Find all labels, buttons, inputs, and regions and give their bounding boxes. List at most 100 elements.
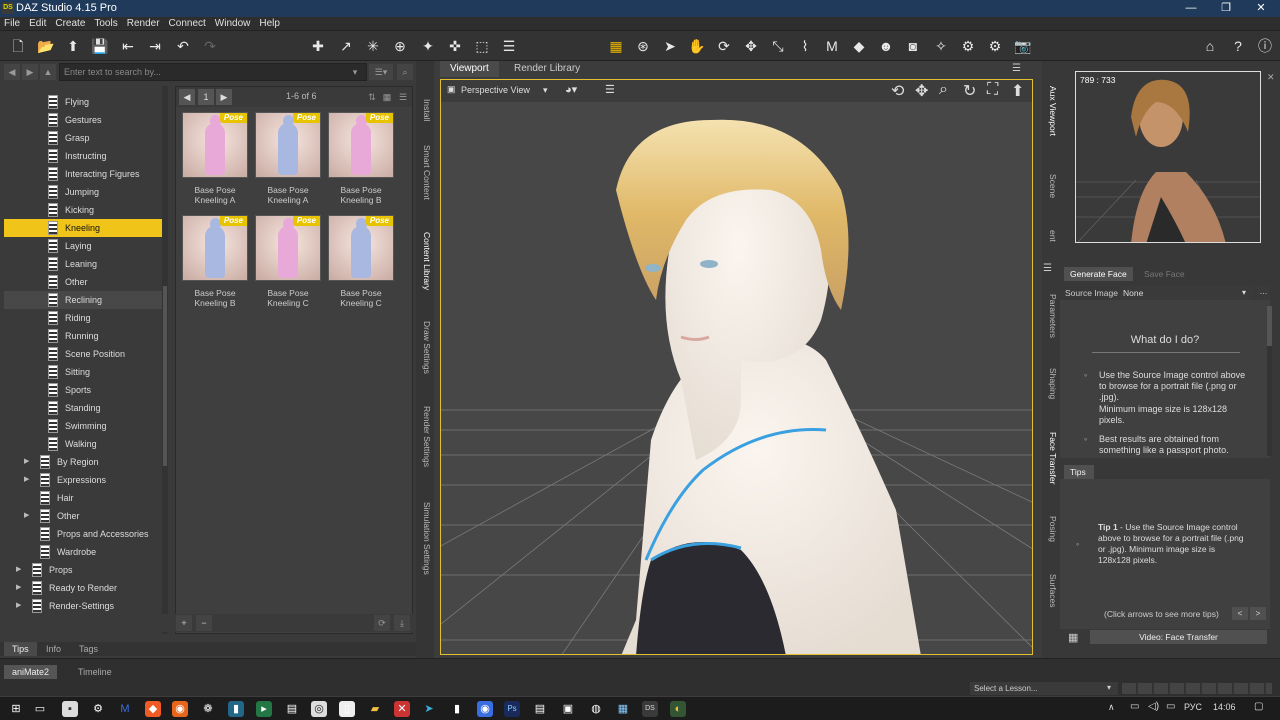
minimize-button[interactable]: — [1176,0,1206,17]
tab-info[interactable]: Info [38,642,69,656]
daz-taskbar-icon[interactable]: DS [642,701,658,717]
tree-item[interactable]: Swimming [4,417,162,435]
tree-item[interactable]: Other [4,273,162,291]
tab-animate2[interactable]: aniMate2 [4,665,58,679]
search-dropdown-icon[interactable]: ▾ [347,64,363,80]
open-folder-icon[interactable]: 📂 [36,36,56,56]
tree-item[interactable]: Sitting [4,363,162,381]
app-icon-7[interactable]: ▯ [339,701,355,717]
menu-help[interactable]: Help [255,17,285,31]
page-number[interactable]: 1 [198,89,214,105]
tree-item[interactable]: Riding [4,309,162,327]
next-tip-button[interactable]: > [1250,607,1266,620]
tab-simulation-settings[interactable]: Simulation Settings [418,493,432,583]
lesson-select[interactable]: Select a Lesson... [970,682,1118,695]
search-icon[interactable]: ⌕ [397,64,413,80]
prev-tip-button[interactable]: < [1232,607,1248,620]
help-scrollbar[interactable] [1267,306,1272,456]
tree-item[interactable]: Instructing [4,147,162,165]
redo-icon[interactable]: ↷ [200,36,220,56]
tab-posing[interactable]: Posing [1044,509,1058,549]
start-icon[interactable]: ⊞ [8,701,24,717]
tree-item[interactable]: Walking [4,435,162,453]
tree-item[interactable]: Props and Accessories [4,525,162,543]
tab-install[interactable]: Install [418,85,432,135]
tree-item[interactable]: Leaning [4,255,162,273]
expand-arrow-icon[interactable]: ▶ [24,453,29,471]
new-file-icon[interactable]: 🗋 [8,36,28,56]
tab-generate-face[interactable]: Generate Face [1064,267,1133,281]
photoshop-icon[interactable]: Ps [504,701,520,717]
app-icon-12[interactable]: ▣ [560,701,576,717]
tree-item[interactable]: Gestures [4,111,162,129]
tab-smart-content[interactable]: Smart Content [418,139,432,205]
pose-label[interactable]: Base Pose Kneeling A [252,185,324,205]
tab-save-face[interactable]: Save Face [1138,267,1191,281]
pose-thumbnail[interactable]: Pose [182,215,248,281]
merge-icon[interactable]: ⬆ [63,36,83,56]
expand-arrow-icon[interactable]: ▶ [24,507,29,525]
volume-icon[interactable]: ◁) [1148,701,1159,712]
app-icon-m[interactable]: M [117,701,133,717]
app-icon-4[interactable]: ▸ [256,701,272,717]
tree-item[interactable]: ▶ Props [4,561,162,579]
tab-surfaces[interactable]: Surfaces [1044,566,1058,616]
pose-thumbnail[interactable]: Pose [328,215,394,281]
render-camera-icon[interactable]: 📷 [1013,36,1033,56]
tab-ent[interactable]: ent [1044,221,1058,251]
viewport[interactable]: ▣ Perspective View ▾ ◕▾ ☰ ⟲ ✥ ⌕ ↻ ⛶ ⬆ [440,79,1033,655]
pose-label[interactable]: Base Pose Kneeling A [179,185,251,205]
advanced-settings-icon[interactable]: ⚙ [985,36,1005,56]
pose-thumbnail[interactable]: Pose [328,112,394,178]
render-settings-icon[interactable]: ⚙ [958,36,978,56]
tab-content-library[interactable]: Content Library [418,221,432,301]
source-dropdown-icon[interactable]: ▾ [1242,288,1246,297]
list-view-icon[interactable]: ☰ [395,89,411,105]
app-icon-13[interactable]: ◍ [588,701,604,717]
active-pose-icon[interactable]: ✋ [687,36,707,56]
aux-viewport[interactable]: 789 : 733 [1075,71,1261,243]
close-button[interactable]: ✕ [1246,0,1276,17]
tree-item[interactable]: Wardrobe [4,543,162,561]
pose-label[interactable]: Base Pose Kneeling B [325,185,397,205]
tree-item[interactable]: Laying [4,237,162,255]
maximize-button[interactable]: ❐ [1211,0,1241,17]
back-icon[interactable]: ◀ [4,64,20,80]
orbit-icon[interactable]: ⟲ [891,81,904,101]
tree-item[interactable]: ▶ Other [4,507,162,525]
lesson-step-strip[interactable] [1122,683,1272,694]
tab-render-settings[interactable]: Render Settings [418,401,432,471]
task-view-icon[interactable]: ▭ [32,701,48,717]
universal-tool-icon[interactable]: ⊛ [633,36,653,56]
tab-render-library[interactable]: Render Library [504,61,590,77]
folder-icon[interactable]: ▰ [367,701,383,717]
collapse-icon[interactable]: ⤓ [394,615,410,631]
tab-draw-settings[interactable]: Draw Settings [418,317,432,377]
tab-aux-viewport[interactable]: Aux Viewport [1044,71,1058,151]
pose-thumbnail[interactable]: Pose [182,112,248,178]
search-input[interactable]: Enter text to search by... [59,63,367,81]
save-icon[interactable]: 💾 [90,36,110,56]
refresh-icon[interactable]: ⟳ [374,615,390,631]
tree-item[interactable]: Running [4,327,162,345]
next-page-icon[interactable]: ▶ [216,89,232,105]
camera-tool-icon[interactable]: ◙ [903,36,923,56]
tree-item[interactable]: ▶ By Region [4,453,162,471]
wand-icon[interactable]: ✦ [418,36,438,56]
aux-close-icon[interactable]: ✕ [1267,72,1275,83]
filter-icon[interactable]: ☰▾ [369,64,393,80]
node-icon[interactable]: ✜ [445,36,465,56]
translate-icon[interactable]: ✥ [741,36,761,56]
tab-tags[interactable]: Tags [71,642,106,656]
app-icon-1[interactable]: ▪ [62,701,78,717]
up-icon[interactable]: ▲ [40,64,56,80]
panel-menu-icon[interactable]: ☰ [1043,263,1052,274]
tree-item[interactable]: ▶ Render-Settings [4,597,162,615]
notifications-icon[interactable]: ▢ [1254,701,1263,712]
language-indicator[interactable]: РУС [1184,702,1202,712]
import-icon[interactable]: ⇤ [118,36,138,56]
tab-scene[interactable]: Scene [1044,161,1058,211]
add-button[interactable]: + [176,615,192,631]
surface-selection-icon[interactable]: ◆ [849,36,869,56]
tab-parameters[interactable]: Parameters [1044,286,1058,346]
